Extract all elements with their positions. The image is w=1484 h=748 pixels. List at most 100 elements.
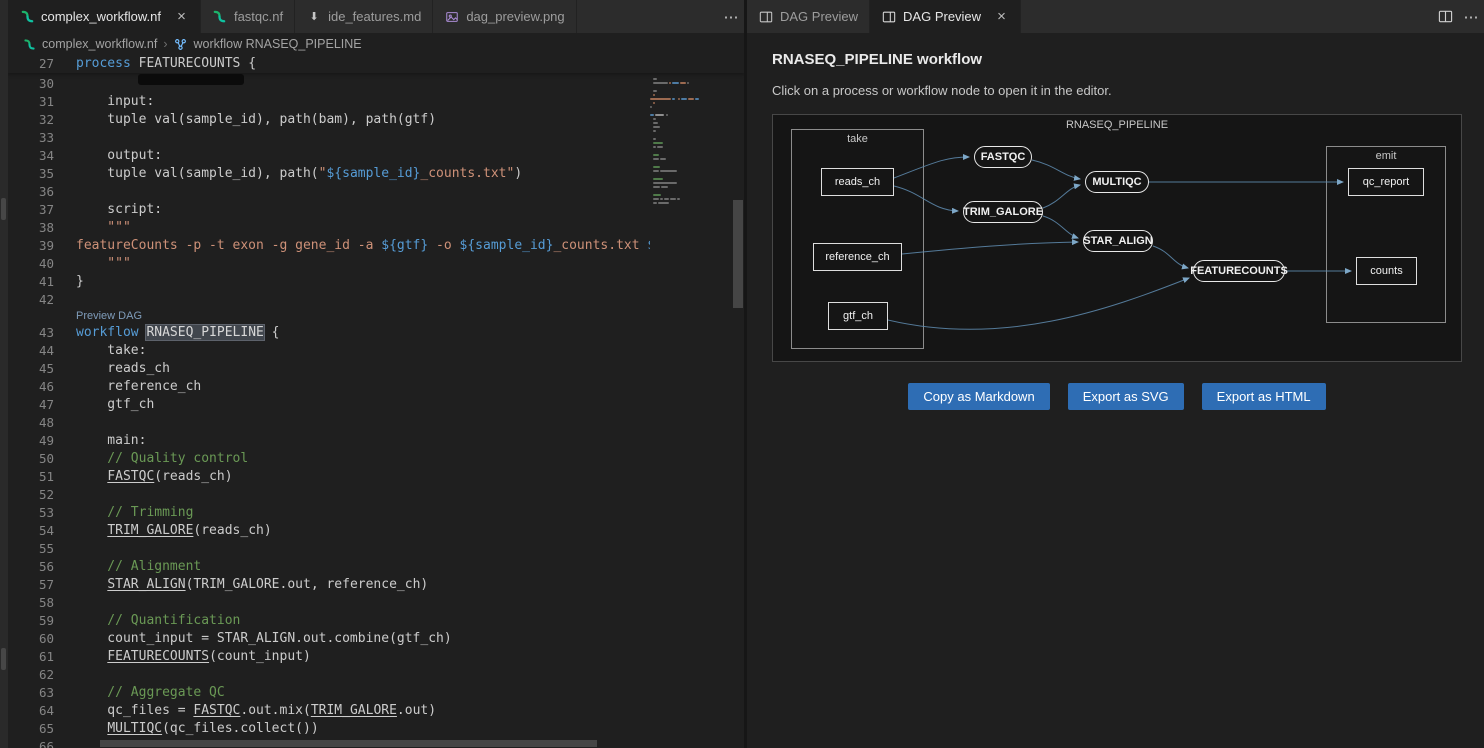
code-line-55[interactable]: 55 [8, 540, 744, 558]
tab-complex-workflow[interactable]: complex_workflow.nf × [8, 0, 201, 33]
page-title: RNASEQ_PIPELINE workflow [772, 51, 1462, 68]
code-line-37[interactable]: 37 script: [8, 201, 744, 219]
dag-preview-content: RNASEQ_PIPELINE workflow Click on a proc… [747, 33, 1484, 410]
code-line-56[interactable]: 56 // Alignment [8, 558, 744, 576]
code-line-65[interactable]: 65 MULTIQC(qc_files.collect()) [8, 720, 744, 738]
copy-as-markdown-button[interactable]: Copy as Markdown [908, 383, 1049, 410]
code-line-57[interactable]: 57 STAR_ALIGN(TRIM_GALORE.out, reference… [8, 576, 744, 594]
code-line-53[interactable]: 53 // Trimming [8, 504, 744, 522]
tab-dag-preview-inactive[interactable]: DAG Preview [747, 0, 870, 33]
code-line-46[interactable]: 46 reference_ch [8, 378, 744, 396]
code-line-41[interactable]: 41} [8, 273, 744, 291]
code-line-36[interactable]: 36 [8, 183, 744, 201]
split-editor-icon[interactable] [1432, 0, 1458, 33]
tab-ide-features[interactable]: ⬇ ide_features.md [295, 0, 433, 33]
editor-group: complex_workflow.nf × fastqc.nf ⬇ ide_fe… [8, 0, 747, 748]
code-line-64[interactable]: 64 qc_files = FASTQC.out.mix(TRIM_GALORE… [8, 702, 744, 720]
code-line-45[interactable]: 45 reads_ch [8, 360, 744, 378]
code-line-50[interactable]: 50 // Quality control [8, 450, 744, 468]
more-actions-icon[interactable]: ⋯ [1458, 0, 1484, 33]
inline-decoration [138, 74, 244, 85]
code-line-58[interactable]: 58 [8, 594, 744, 612]
symbol-workflow-icon [174, 36, 188, 52]
code-line-52[interactable]: 52 [8, 486, 744, 504]
tabs-overflow-button[interactable]: ⋯ [718, 0, 744, 33]
code-line-35[interactable]: 35 tuple val(sample_id), path("${sample_… [8, 165, 744, 183]
codelens-preview-dag[interactable]: Preview DAG [76, 309, 744, 324]
vertical-scrollbar-thumb[interactable] [733, 200, 743, 308]
editor[interactable]: 3031 input:32 tuple val(sample_id), path… [8, 55, 744, 748]
tab-fastqc[interactable]: fastqc.nf [201, 0, 295, 33]
code-line-32[interactable]: 32 tuple val(sample_id), path(bam), path… [8, 111, 744, 129]
node-reads-ch[interactable]: reads_ch [821, 168, 894, 196]
strip-decoration [1, 648, 6, 670]
code-line-30[interactable]: 30 [8, 75, 744, 93]
code-rows: 3031 input:32 tuple val(sample_id), path… [8, 75, 744, 748]
node-multiqc[interactable]: MULTIQC [1085, 171, 1149, 193]
node-qc-report[interactable]: qc_report [1348, 168, 1424, 196]
nextflow-icon [19, 9, 35, 25]
breadcrumb[interactable]: complex_workflow.nf › workflow RNASEQ_PI… [8, 33, 744, 55]
code-line-60[interactable]: 60 count_input = STAR_ALIGN.out.combine(… [8, 630, 744, 648]
code-line-49[interactable]: 49 main: [8, 432, 744, 450]
node-gtf-ch[interactable]: gtf_ch [828, 302, 888, 330]
node-fastqc[interactable]: FASTQC [974, 146, 1032, 168]
code-line-62[interactable]: 62 [8, 666, 744, 684]
tabbar-spacer [577, 0, 718, 33]
code-line-63[interactable]: 63 // Aggregate QC [8, 684, 744, 702]
tab-label: fastqc.nf [234, 9, 283, 24]
page-subtitle: Click on a process or workflow node to o… [772, 83, 1462, 98]
preview-icon [881, 9, 897, 25]
nextflow-icon [212, 9, 228, 25]
workbench: complex_workflow.nf × fastqc.nf ⬇ ide_fe… [0, 0, 1484, 748]
panel-tabbar: DAG Preview DAG Preview × ⋯ [747, 0, 1484, 33]
code-line-48[interactable]: 48 [8, 414, 744, 432]
strip-decoration [1, 198, 6, 220]
nextflow-icon [22, 36, 36, 52]
activity-strip [0, 0, 8, 748]
markdown-arrow-icon: ⬇ [306, 9, 322, 25]
code-line-47[interactable]: 47 gtf_ch [8, 396, 744, 414]
horizontal-scrollbar-thumb[interactable] [100, 740, 597, 747]
code-line-51[interactable]: 51 FASTQC(reads_ch) [8, 468, 744, 486]
tab-dag-preview-png[interactable]: dag_preview.png [433, 0, 576, 33]
editor-tabbar: complex_workflow.nf × fastqc.nf ⬇ ide_fe… [8, 0, 744, 33]
export-as-svg-button[interactable]: Export as SVG [1068, 383, 1184, 410]
code-line-42[interactable]: 42 [8, 291, 744, 309]
close-icon[interactable]: × [174, 9, 189, 24]
code-line-31[interactable]: 31 input: [8, 93, 744, 111]
code-line-33[interactable]: 33 [8, 129, 744, 147]
code-line-40[interactable]: 40 """ [8, 255, 744, 273]
node-trim-galore[interactable]: TRIM_GALORE [963, 201, 1043, 223]
preview-icon [758, 9, 774, 25]
code-line-39[interactable]: 39featureCounts -p -t exon -g gene_id -a… [8, 237, 744, 255]
code-line-54[interactable]: 54 TRIM_GALORE(reads_ch) [8, 522, 744, 540]
code-line-38[interactable]: 38 """ [8, 219, 744, 237]
code-line-43[interactable]: 43workflow RNASEQ_PIPELINE { [8, 324, 744, 342]
node-reference-ch[interactable]: reference_ch [813, 243, 902, 271]
breadcrumb-symbol[interactable]: workflow RNASEQ_PIPELINE [194, 37, 362, 51]
breadcrumb-file[interactable]: complex_workflow.nf [42, 37, 157, 51]
tab-label: ide_features.md [328, 9, 421, 24]
tabbar-spacer [1021, 0, 1432, 33]
code-line-34[interactable]: 34 output: [8, 147, 744, 165]
tab-label: dag_preview.png [466, 9, 564, 24]
node-star-align[interactable]: STAR_ALIGN [1083, 230, 1153, 252]
dag-preview-panel: DAG Preview DAG Preview × ⋯ RNASEQ_PIPEL… [747, 0, 1484, 748]
tab-dag-preview-active[interactable]: DAG Preview × [870, 0, 1021, 33]
code-line-61[interactable]: 61 FEATURECOUNTS(count_input) [8, 648, 744, 666]
node-counts[interactable]: counts [1356, 257, 1417, 285]
close-icon[interactable]: × [994, 9, 1009, 24]
dag-diagram: RNASEQ_PIPELINE [772, 114, 1462, 362]
node-featurecounts[interactable]: FEATURECOUNTS [1193, 260, 1285, 282]
tab-label: complex_workflow.nf [41, 9, 161, 24]
export-buttons: Copy as Markdown Export as SVG Export as… [772, 383, 1462, 410]
sticky-scroll-line[interactable]: 27process FEATURECOUNTS { [8, 55, 744, 73]
minimap[interactable] [650, 55, 712, 748]
export-as-html-button[interactable]: Export as HTML [1202, 383, 1326, 410]
tab-label: DAG Preview [780, 9, 858, 24]
chevron-right-icon: › [163, 37, 167, 51]
image-icon [444, 9, 460, 25]
code-line-44[interactable]: 44 take: [8, 342, 744, 360]
code-line-59[interactable]: 59 // Quantification [8, 612, 744, 630]
